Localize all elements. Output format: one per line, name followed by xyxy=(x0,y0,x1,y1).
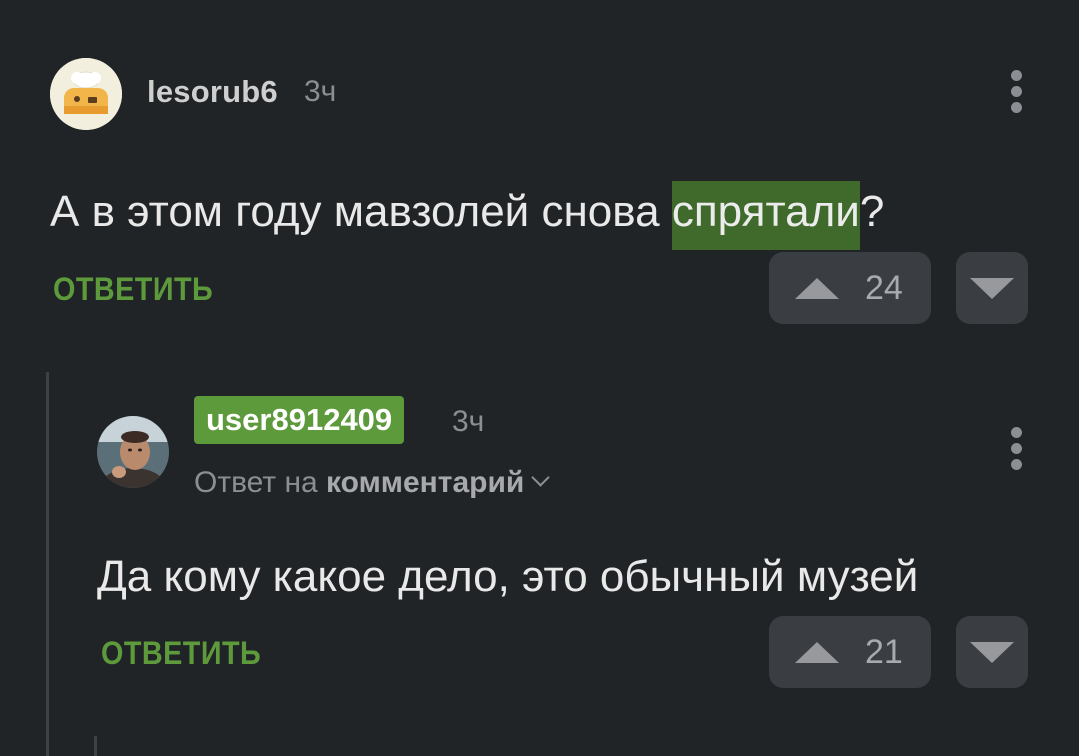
more-vertical-icon[interactable] xyxy=(1010,427,1022,473)
comment-text: А в этом году мавзолей снова спрятали? xyxy=(50,181,885,250)
chef-hat-avatar-icon xyxy=(50,58,122,130)
comment-time: 3ч xyxy=(452,405,485,438)
upvote-button[interactable]: 24 xyxy=(769,252,931,324)
comment-author[interactable]: lesorub6 xyxy=(147,74,278,110)
rating-count: 21 xyxy=(865,633,903,671)
reply-button[interactable]: ОТВЕТИТЬ xyxy=(101,635,261,672)
reply-to-target: комментарий xyxy=(326,466,525,499)
thread-line[interactable] xyxy=(46,372,49,756)
rating-count: 24 xyxy=(865,269,903,307)
comment-text-part: А в этом году мавзолей снова xyxy=(50,187,672,236)
reply-to-prefix: Ответ на xyxy=(194,466,327,499)
comment-author-badge[interactable]: user8912409 xyxy=(194,396,405,444)
upvote-button[interactable]: 21 xyxy=(769,616,931,688)
reply-button[interactable]: ОТВЕТИТЬ xyxy=(53,271,213,308)
avatar[interactable] xyxy=(50,58,122,130)
downvote-button[interactable] xyxy=(956,616,1028,688)
comment-text: Да кому какое дело, это обычный музей xyxy=(97,552,919,601)
comment-time: 3ч xyxy=(304,75,337,108)
reply-to-link[interactable]: Ответ на комментарий xyxy=(194,466,551,500)
downvote-triangle-icon xyxy=(970,642,1014,663)
comment-text-part: ? xyxy=(859,187,885,236)
upvote-triangle-icon xyxy=(795,278,839,299)
downvote-button[interactable] xyxy=(956,252,1028,324)
avatar[interactable] xyxy=(97,416,169,488)
highlighted-word: спрятали xyxy=(671,181,860,250)
thread-line[interactable] xyxy=(94,736,97,756)
chevron-down-icon xyxy=(531,468,551,487)
upvote-triangle-icon xyxy=(795,642,839,663)
downvote-triangle-icon xyxy=(970,278,1014,299)
more-vertical-icon[interactable] xyxy=(1010,70,1022,116)
user-photo-avatar-icon xyxy=(97,416,169,488)
